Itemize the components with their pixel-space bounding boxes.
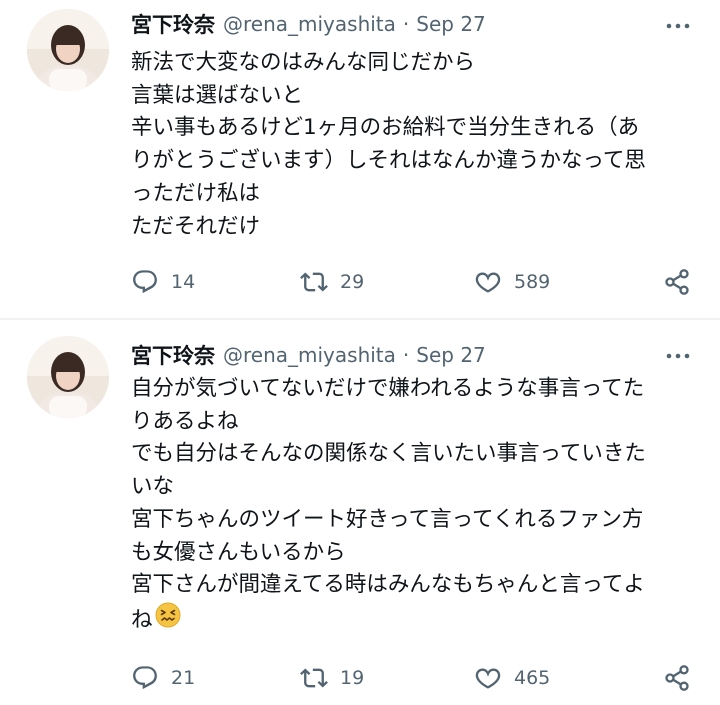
share-icon	[665, 269, 689, 295]
heart-icon	[475, 272, 501, 293]
reply-count: 21	[171, 667, 196, 689]
tweet-text: 新法で大変なのはみんな同じだから 言葉は選ばないと 辛い事もあるけど1ヶ月のお給…	[131, 47, 706, 243]
heart-icon	[475, 668, 501, 689]
tweet-line: 新法で大変なのはみんな同じだから	[131, 50, 476, 75]
tweet-line: りあるよね	[131, 408, 239, 434]
tweet-line: 宮下ちゃんのツイート好きって言ってくれるファン方	[131, 506, 644, 532]
avatar-photo	[27, 336, 109, 418]
share-button[interactable]	[663, 267, 691, 297]
more-options-icon[interactable]	[660, 14, 696, 38]
tweet-line: 宮下さんが間違えてる時はみんなもちゃんと言ってよ	[131, 572, 645, 598]
tweet-line: ただそれだけ	[131, 213, 261, 239]
retweet-icon	[300, 668, 328, 688]
reply-icon	[133, 666, 157, 690]
user-handle[interactable]: @rena_miyashita	[223, 343, 396, 367]
tweet-line-text: ね	[131, 607, 153, 633]
tweet-line: っただけ私は	[131, 180, 261, 206]
retweet-count: 19	[340, 667, 365, 689]
tweet-line: 自分が気づいてないだけで嫌われるような事言ってた	[131, 376, 645, 401]
tweet-line: りがとうございます）しそれはなんか違うかなって思	[131, 148, 646, 174]
user-handle[interactable]: @rena_miyashita	[223, 12, 396, 36]
tweet-line: でも自分はそんなの関係なく言いたい事言っていきた	[131, 441, 646, 467]
retweet-button[interactable]: 19	[300, 663, 364, 693]
tweet-text: 自分が気づいてないだけで嫌われるような事言ってた りあるよね でも自分はそんなの…	[131, 373, 706, 639]
tweet-actions: 14 29 589	[0, 267, 720, 297]
tweet-date[interactable]: Sep 27	[416, 12, 486, 36]
tweet-2[interactable]: 宮下玲奈 @rena_miyashita · Sep 27 自分が気づいてないだ…	[0, 320, 720, 705]
reply-count: 14	[171, 271, 196, 293]
tweet-actions: 21 19 465	[0, 663, 720, 693]
reply-icon	[133, 270, 157, 294]
tweet-line-last: ね	[131, 602, 706, 639]
tweet-line: 辛い事もあるけど1ヶ月のお給料で当分生きれる（あ	[131, 115, 640, 141]
avatar[interactable]	[27, 9, 109, 91]
reply-button[interactable]: 14	[131, 267, 195, 297]
retweet-button[interactable]: 29	[300, 267, 364, 297]
retweet-icon	[300, 272, 328, 292]
reply-button[interactable]: 21	[131, 663, 195, 693]
avatar-photo	[27, 9, 109, 91]
display-name[interactable]: 宮下玲奈	[131, 340, 215, 370]
tweet-1[interactable]: 宮下玲奈 @rena_miyashita · Sep 27 新法で大変なのはみん…	[0, 0, 720, 318]
like-count: 465	[514, 667, 551, 689]
tweet-line: も女優さんもいるから	[131, 539, 346, 565]
separator-dot: ·	[402, 343, 410, 367]
tweet-line: いな	[131, 474, 175, 500]
display-name[interactable]: 宮下玲奈	[131, 9, 215, 39]
tweet-line: 言葉は選ばないと	[131, 82, 304, 108]
like-button[interactable]: 465	[474, 663, 550, 693]
separator-dot: ·	[402, 12, 410, 36]
retweet-count: 29	[340, 271, 365, 293]
share-button[interactable]	[663, 663, 691, 693]
tweet-date[interactable]: Sep 27	[416, 343, 486, 367]
avatar[interactable]	[27, 336, 109, 418]
more-options-icon[interactable]	[660, 344, 696, 368]
like-count: 589	[514, 271, 551, 293]
like-button[interactable]: 589	[474, 267, 550, 297]
share-icon	[665, 665, 689, 691]
confounded-face-icon	[155, 602, 181, 639]
